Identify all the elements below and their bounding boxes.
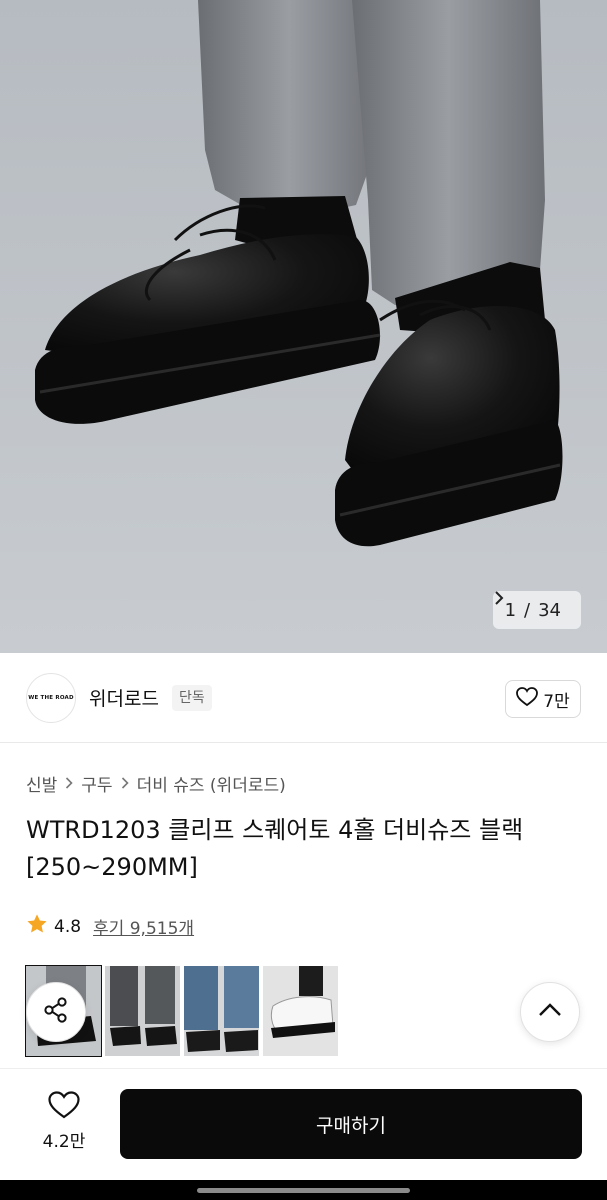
brand-like-count: 7만	[543, 691, 570, 712]
chevron-up-icon	[537, 1002, 563, 1022]
image-counter[interactable]: 1 / 34	[492, 591, 581, 629]
rating-score: 4.8	[54, 916, 82, 937]
wishlist-count: 4.2만	[42, 1132, 86, 1152]
brand-logo-text: WE THE ROAD	[28, 695, 74, 701]
product-page: 1 / 34 WE THE ROAD 위더로드 단독 7만 신발 구두 더비 슈…	[0, 0, 607, 1200]
rating-row[interactable]: 4.8 후기 9,515개	[26, 913, 194, 940]
product-main-image[interactable]: 1 / 34	[0, 0, 607, 653]
heart-icon	[48, 1091, 80, 1123]
share-icon	[41, 995, 71, 1029]
brand-like-button[interactable]: 7만	[505, 680, 581, 718]
counter-current: 1	[504, 599, 517, 621]
breadcrumb-item[interactable]: 신발	[26, 771, 57, 796]
thumbnail-4[interactable]	[263, 966, 338, 1056]
breadcrumb-item[interactable]: 구두	[81, 771, 112, 796]
brand-name[interactable]: 위더로드	[89, 684, 159, 711]
heart-icon	[516, 686, 539, 712]
counter-total: 34	[538, 599, 561, 621]
brand-row: WE THE ROAD 위더로드 단독 7만	[0, 653, 607, 743]
star-icon	[26, 913, 48, 940]
scroll-top-button[interactable]	[520, 982, 580, 1042]
thumbnail-2[interactable]	[105, 966, 180, 1056]
buy-button[interactable]: 구매하기	[120, 1089, 582, 1159]
brand-logo[interactable]: WE THE ROAD	[26, 673, 76, 723]
chevron-right-icon	[65, 775, 73, 793]
breadcrumb-item[interactable]: 더비 슈즈 (위더로드)	[137, 771, 286, 796]
home-indicator[interactable]	[197, 1188, 410, 1193]
chevron-right-icon	[121, 775, 129, 793]
product-photo-illustration	[0, 0, 607, 653]
share-button[interactable]	[26, 982, 86, 1042]
exclusive-badge: 단독	[172, 685, 212, 711]
product-title: WTRD1203 클리프 스퀘어토 4홀 더비슈즈 블랙 [250~290MM]	[26, 816, 524, 881]
wishlist-button[interactable]: 4.2만	[26, 1091, 102, 1161]
review-count-link[interactable]: 후기 9,515개	[93, 914, 194, 939]
thumbnail-3[interactable]	[184, 966, 259, 1056]
bottom-action-bar: 4.2만 구매하기	[0, 1068, 607, 1180]
counter-separator: /	[524, 599, 531, 621]
breadcrumb: 신발 구두 더비 슈즈 (위더로드)	[26, 771, 286, 796]
